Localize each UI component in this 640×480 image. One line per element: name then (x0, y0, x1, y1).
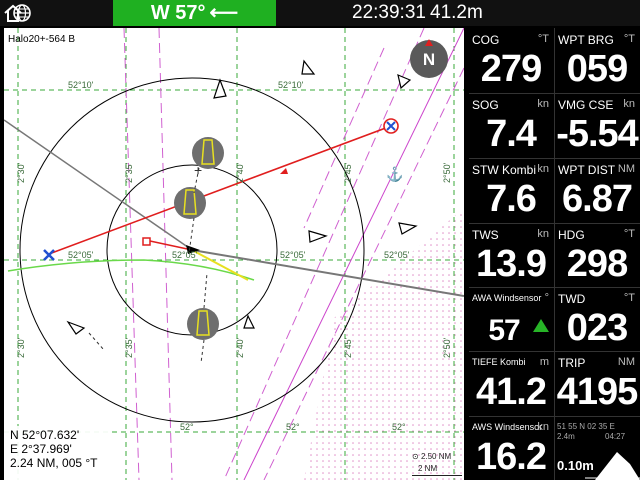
svg-text:52°05': 52°05' (280, 250, 306, 260)
north-arrow-icon (425, 39, 433, 46)
svg-text:52°10': 52°10' (68, 80, 94, 90)
vessel-target-icon (142, 237, 151, 246)
wind-direction-value: W 57° (150, 2, 206, 24)
cog-value: 279 (480, 48, 542, 90)
awa-cell[interactable]: AWA Windsensor ° 57 (469, 287, 553, 351)
longitude: E 2°37.969' (10, 442, 72, 456)
top-bar: W 57° ⟵ 22:39:31 41.2m (0, 0, 640, 26)
svg-text:2°50': 2°50' (442, 337, 452, 358)
svg-text:2°45': 2°45' (343, 162, 353, 183)
svg-text:2°35': 2°35' (124, 337, 134, 358)
wpt-dist-cell[interactable]: WPT DIST NM 6.87 (555, 158, 639, 222)
instrument-panel: COG °T 279 WPT BRG °T 059 SOG kn 7.4 VMG… (469, 28, 640, 480)
vmg-cse-cell[interactable]: VMG CSE kn -5.54 (555, 93, 639, 157)
chart-canvas[interactable]: + ⚓ 52°10' 52°10' 52°05' 52°05' 52°05' 5… (4, 28, 464, 480)
scale-indicator[interactable]: ⊙ 2.50 NM 2 NM (412, 451, 462, 476)
depth-history-widget[interactable]: 51 55 N 02 35 E 2.4m 04:27 0.10m (555, 416, 640, 480)
svg-text:52°: 52° (180, 422, 194, 432)
sog-cell[interactable]: SOG kn 7.4 (469, 93, 553, 157)
svg-text:52°: 52° (392, 422, 406, 432)
awa-value: 57 (488, 314, 520, 347)
north-label: N (422, 50, 436, 69)
scale-bar: 2 NM (412, 463, 462, 476)
starboard-wind-icon (533, 319, 549, 332)
wind-direction-box[interactable]: W 57° ⟵ (113, 0, 276, 26)
svg-text:2°30': 2°30' (16, 162, 26, 183)
start-marker-icon[interactable] (43, 249, 55, 261)
cog-cell[interactable]: COG °T 279 (469, 28, 553, 92)
vessel-name: Halo20+-564 B (8, 34, 75, 45)
twd-value: 023 (566, 307, 628, 349)
restricted-area (304, 208, 464, 480)
svg-text:2°50': 2°50' (442, 162, 452, 183)
svg-text:2°45': 2°45' (343, 337, 353, 358)
tws-cell[interactable]: TWS kn 13.9 (469, 223, 553, 287)
range-value: 2.50 NM (420, 452, 452, 461)
vmg-cse-value: -5.54 (556, 113, 639, 155)
svg-text:52°05': 52°05' (172, 250, 198, 260)
svg-text:2°35': 2°35' (124, 162, 134, 183)
wpt-dist-value: 6.87 (562, 178, 633, 220)
wind-arrow-icon: ⟵ (209, 2, 239, 24)
svg-text:2°40': 2°40' (235, 162, 245, 183)
depth-readout: 41.2m (430, 2, 483, 23)
north-up-button[interactable]: N (410, 39, 448, 78)
depth-cell[interactable]: TIEFE Kombi m 41.2 (469, 351, 553, 415)
depth-value: 41.2 (476, 371, 547, 413)
svg-text:2°40': 2°40' (235, 337, 245, 358)
trip-value: 4195 (556, 371, 639, 413)
hdg-cell[interactable]: HDG °T 298 (555, 223, 639, 287)
route-arrow (280, 168, 288, 174)
sog-value: 7.4 (486, 113, 537, 155)
hdg-value: 298 (566, 243, 628, 285)
position-readout: N 52°07.632' E 2°37.969' 2.24 NM, 005 °T (4, 426, 112, 480)
cursor-cross-icon: + (194, 162, 202, 178)
clock: 22:39:31 (352, 2, 426, 23)
mini-coords: 51 55 N 02 35 E (557, 422, 615, 431)
anchor-icon: ⚓ (386, 166, 403, 183)
svg-text:52°10': 52°10' (278, 80, 304, 90)
svg-text:52°05': 52°05' (68, 250, 94, 260)
nautical-chart[interactable]: + ⚓ 52°10' 52°10' 52°05' 52°05' 52°05' 5… (4, 28, 464, 480)
twd-cell[interactable]: TWD °T 023 (555, 287, 639, 351)
trip-cell[interactable]: TRIP NM 4195 (555, 351, 639, 415)
wpt-brg-value: 059 (566, 48, 628, 90)
mini-depth-value: 0.10m (557, 458, 594, 473)
cursor-bearing: 2.24 NM, 005 °T (10, 456, 98, 470)
svg-text:2°30': 2°30' (16, 337, 26, 358)
latitude: N 52°07.632' (10, 428, 80, 442)
stw-cell[interactable]: STW Kombi kn 7.6 (469, 158, 553, 222)
aws-value: 16.2 (476, 436, 547, 478)
tws-value: 13.9 (476, 243, 547, 285)
aws-cell[interactable]: AWS Windsensor kn 16.2 (469, 416, 553, 480)
svg-text:52°05': 52°05' (384, 250, 410, 260)
globe-icon[interactable] (11, 2, 33, 24)
svg-text:52°: 52° (286, 422, 300, 432)
stw-value: 7.6 (486, 178, 537, 220)
wpt-brg-cell[interactable]: WPT BRG °T 059 (555, 28, 639, 92)
